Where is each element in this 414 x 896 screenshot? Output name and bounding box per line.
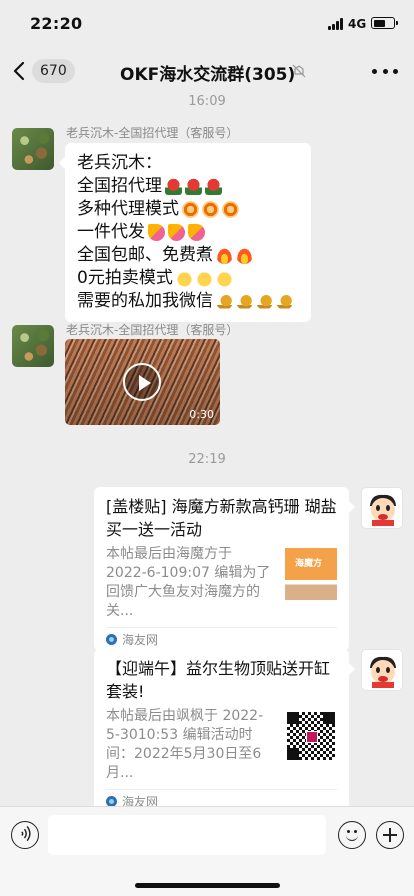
message-line: 需要的私加我微信 xyxy=(77,291,213,311)
more-button[interactable] xyxy=(372,64,398,78)
chat-message-list[interactable]: 16:09 老兵沉木-全国招代理（客服号） 老兵沉木： 全国招代理 多种代理模式… xyxy=(0,94,414,813)
message-input[interactable] xyxy=(48,815,326,855)
message-line: 多种代理模式 xyxy=(77,199,179,219)
rose-emoji-icon xyxy=(165,178,182,195)
message-line: 老兵沉木： xyxy=(77,153,162,173)
message-timestamp: 16:09 xyxy=(188,94,226,109)
666-emoji-icon xyxy=(175,270,193,287)
snail-emoji-icon xyxy=(216,293,233,310)
video-duration: 0:30 xyxy=(189,408,214,421)
play-icon[interactable] xyxy=(123,363,161,401)
voice-button[interactable] xyxy=(11,821,39,849)
battery-icon xyxy=(371,17,398,29)
fireworks-emoji-icon xyxy=(202,201,219,218)
fireworks-emoji-icon xyxy=(182,201,199,218)
unread-count-badge: 670 xyxy=(32,59,75,83)
message-line: 0元拍卖模式 xyxy=(77,268,173,288)
party-emoji-icon xyxy=(168,224,185,241)
my-avatar[interactable] xyxy=(361,487,403,529)
signal-icon xyxy=(328,18,344,30)
mute-icon xyxy=(292,64,306,78)
666-emoji-icon xyxy=(195,270,213,287)
sender-name: 老兵沉木-全国招代理（客服号） xyxy=(66,323,239,337)
666-emoji-icon xyxy=(215,270,233,287)
back-button[interactable]: 670 xyxy=(12,58,75,84)
card-title: [盖楼贴] 海魔方新款高钙珊 瑚盐买一送一活动 xyxy=(106,497,337,539)
snail-emoji-icon xyxy=(236,293,253,310)
cartoon-avatar-icon xyxy=(370,494,396,526)
sender-avatar[interactable] xyxy=(12,128,54,170)
snail-emoji-icon xyxy=(276,293,293,310)
emoji-icon xyxy=(346,835,358,841)
voice-icon xyxy=(21,826,31,842)
thumbnail-text: 海魔方 xyxy=(295,559,323,569)
card-description: 本帖最后由飒枫于 2022-5-3010:53 编辑活动时间：2022年5月30… xyxy=(106,708,264,781)
cartoon-avatar-icon xyxy=(370,656,396,688)
sender-avatar[interactable] xyxy=(12,325,54,367)
fire-emoji-icon xyxy=(236,247,253,264)
input-toolbar xyxy=(0,806,414,896)
status-bar: 22:20 4G xyxy=(0,0,414,48)
chat-title: OKF海水交流群(305) xyxy=(120,65,296,85)
card-title: 【迎端午】益尔生物顶贴送开缸套装! xyxy=(106,659,331,701)
snail-emoji-icon xyxy=(256,293,273,310)
chat-header: 670 OKF海水交流群(305) xyxy=(0,48,414,94)
source-icon xyxy=(106,634,117,645)
video-message[interactable]: 0:30 xyxy=(65,339,220,425)
message-line: 一件代发 xyxy=(77,222,145,242)
card-description: 本帖最后由海魔方于 2022-6-109:07 编辑为了回馈广大鱼友对海魔方的关… xyxy=(106,546,271,619)
sender-name: 老兵沉木-全国招代理（客服号） xyxy=(66,126,239,140)
rose-emoji-icon xyxy=(205,178,222,195)
emoji-button[interactable] xyxy=(338,821,366,849)
link-card-message[interactable]: [盖楼贴] 海魔方新款高钙珊 瑚盐买一送一活动 本帖最后由海魔方于 2022-6… xyxy=(94,487,355,651)
message-line: 全国招代理 xyxy=(77,176,162,196)
text-message-bubble[interactable]: 老兵沉木： 全国招代理 多种代理模式 一件代发 全国包邮、免费煮 0元拍卖模式 … xyxy=(59,143,311,322)
link-card-message[interactable]: 【迎端午】益尔生物顶贴送开缸套装! 本帖最后由飒枫于 2022-5-3010:5… xyxy=(94,649,355,813)
message-line: 全国包邮、免费煮 xyxy=(77,245,213,265)
back-icon xyxy=(13,61,25,81)
more-icon xyxy=(372,68,377,74)
message-timestamp: 22:19 xyxy=(188,452,226,467)
home-indicator[interactable] xyxy=(135,883,280,888)
party-emoji-icon xyxy=(188,224,205,241)
plus-button[interactable] xyxy=(376,821,404,849)
status-time: 22:20 xyxy=(30,14,83,33)
card-source: 海友网 xyxy=(122,633,159,647)
rose-emoji-icon xyxy=(185,178,202,195)
qr-code-thumbnail xyxy=(285,710,337,762)
network-type: 4G xyxy=(348,17,367,31)
my-avatar[interactable] xyxy=(361,649,403,691)
fireworks-emoji-icon xyxy=(222,201,239,218)
party-emoji-icon xyxy=(148,224,165,241)
fire-emoji-icon xyxy=(216,247,233,264)
card-thumbnail: 海魔方 xyxy=(285,548,337,600)
